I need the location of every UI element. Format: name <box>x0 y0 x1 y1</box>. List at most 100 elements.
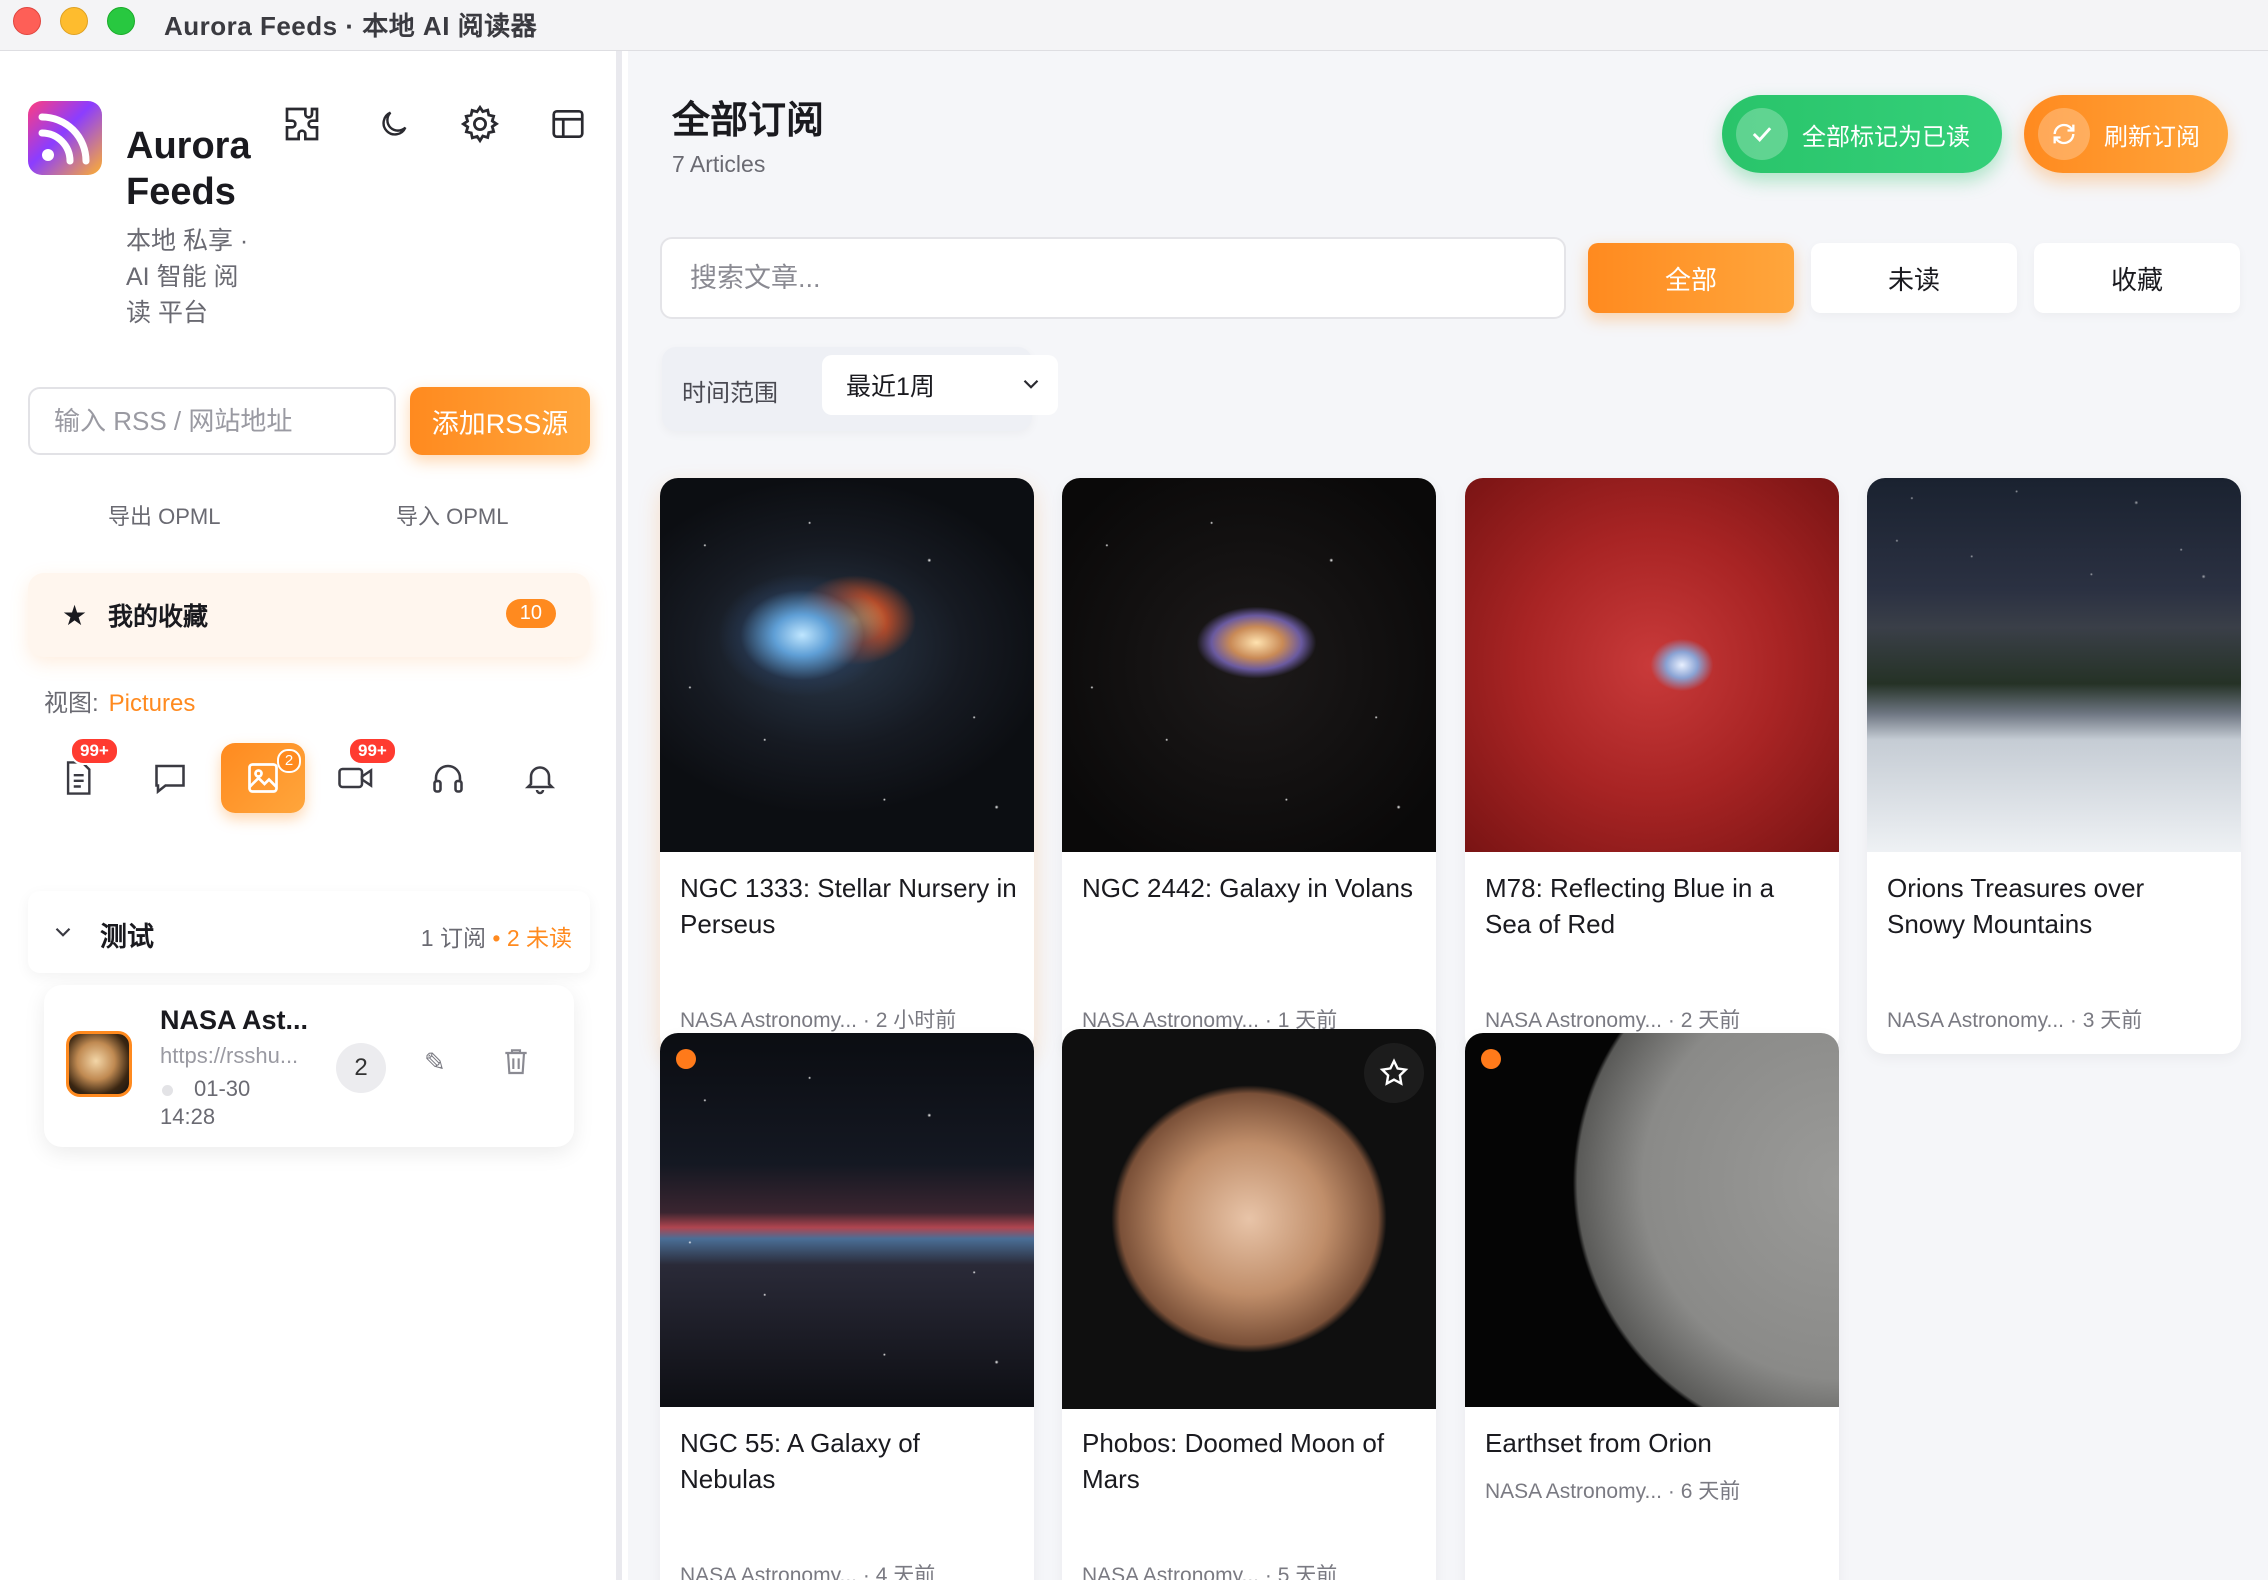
article-count: 7 Articles <box>672 151 766 177</box>
group-header[interactable]: 测试 1 订阅 • 2 未读 <box>28 891 590 973</box>
time-range-filter: 时间范围 最近1周 <box>662 347 1058 431</box>
category-notifications-button[interactable] <box>498 743 582 813</box>
feed-date: 01-30 14:28 <box>160 1076 251 1129</box>
article-title: Phobos: Doomed Moon of Mars <box>1082 1428 1385 1494</box>
layout-toggle-button[interactable] <box>540 96 596 152</box>
feed-title: NASA Ast... <box>160 1005 309 1035</box>
article-thumbnail <box>1867 478 2241 852</box>
article-card[interactable]: Phobos: Doomed Moon of Mars NASA Astrono… <box>1062 1029 1436 1580</box>
page-title: 全部订阅 <box>672 100 825 142</box>
category-badge: 99+ <box>70 737 119 765</box>
category-videos-button[interactable]: 99+ <box>314 737 398 813</box>
gear-icon <box>460 104 499 144</box>
article-meta: NASA Astronomy... · 2 小时前 <box>680 1009 957 1032</box>
category-pictures-button[interactable]: 2 <box>221 743 305 813</box>
minimize-window-button[interactable] <box>60 7 88 35</box>
category-articles-button[interactable]: 99+ <box>36 737 120 813</box>
article-card[interactable]: NGC 1333: Stellar Nursery in Perseus NAS… <box>660 478 1034 1054</box>
headphones-icon <box>433 764 463 793</box>
main-content: 全部订阅 7 Articles 全部标记为已读 刷新订阅 全部 未读 收藏 时间… <box>628 51 2268 1580</box>
bell-icon <box>524 766 556 795</box>
refresh-label: 刷新订阅 <box>2104 123 2200 151</box>
article-time: 2 小时前 <box>875 1009 957 1032</box>
puzzle-icon <box>285 107 319 141</box>
chevron-down-icon <box>55 927 71 937</box>
article-source: NASA Astronomy... <box>1082 1564 1260 1580</box>
article-title: Earthset from Orion <box>1485 1428 1712 1458</box>
time-range-label: 时间范围 <box>682 380 778 407</box>
check-icon <box>1736 108 1788 160</box>
article-source: NASA Astronomy... <box>680 1564 858 1580</box>
import-opml-link[interactable]: 导入 OPML <box>396 499 508 531</box>
brand-tagline: 本地 私享 · AI 智能 阅读 平台 <box>126 227 249 327</box>
article-source: NASA Astronomy... <box>1485 1480 1663 1503</box>
plugin-button[interactable] <box>274 96 330 152</box>
unread-dot <box>676 1049 696 1069</box>
window-title: Aurora Feeds · 本地 AI 阅读器 <box>164 11 538 41</box>
time-range-value: 最近1周 <box>846 373 935 401</box>
close-window-button[interactable] <box>13 7 41 35</box>
refresh-icon <box>2038 108 2090 160</box>
feed-unread-count: 2 <box>336 1043 386 1093</box>
mark-all-read-button[interactable]: 全部标记为已读 <box>1722 95 2002 173</box>
article-card[interactable]: M78: Reflecting Blue in a Sea of Red NAS… <box>1465 478 1839 1054</box>
article-title: NGC 2442: Galaxy in Volans <box>1082 873 1413 903</box>
add-rss-button[interactable]: 添加RSS源 <box>410 387 590 455</box>
unread-dot <box>1481 1049 1501 1069</box>
article-source: NASA Astronomy... <box>680 1009 858 1032</box>
group-name: 测试 <box>100 922 154 952</box>
trash-icon[interactable] <box>500 1045 532 1082</box>
view-value: Pictures <box>108 690 196 717</box>
layout-icon <box>552 109 584 139</box>
star-filled-icon: ★ <box>62 600 88 631</box>
view-label: 视图: <box>44 690 99 717</box>
article-thumbnail <box>660 478 1034 852</box>
view-indicator: 视图: Pictures <box>44 683 195 718</box>
star-outline-icon[interactable] <box>1364 1043 1424 1103</box>
group-meta: 1 订阅 • 2 未读 <box>421 919 572 953</box>
article-card[interactable]: Orions Treasures over Snowy Mountains NA… <box>1867 478 2241 1054</box>
category-badge: 2 <box>277 749 301 773</box>
category-social-button[interactable] <box>128 743 212 813</box>
article-meta: NASA Astronomy... · 5 天前 <box>1082 1559 1337 1580</box>
article-meta: NASA Astronomy... · 6 天前 <box>1485 1480 1741 1503</box>
video-icon <box>338 767 373 789</box>
article-card[interactable]: NGC 2442: Galaxy in Volans NASA Astronom… <box>1062 478 1436 1054</box>
article-time: 2 天前 <box>1680 1009 1741 1032</box>
export-opml-link[interactable]: 导出 OPML <box>108 499 220 531</box>
time-range-select[interactable]: 最近1周 <box>822 355 1058 415</box>
feed-item[interactable]: NASA Ast... https://rsshu... 01-30 14:28… <box>44 985 574 1147</box>
article-title: Orions Treasures over Snowy Mountains <box>1887 873 2145 939</box>
image-icon <box>248 763 278 793</box>
filter-unread-button[interactable]: 未读 <box>1811 243 2017 313</box>
article-title: NGC 55: A Galaxy of Nebulas <box>680 1428 920 1494</box>
app-logo <box>28 101 102 175</box>
brand-name: Aurora Feeds <box>126 125 251 213</box>
chat-bubble-icon <box>155 764 185 795</box>
dark-mode-button[interactable] <box>366 96 422 152</box>
rss-url-input[interactable] <box>28 387 396 455</box>
moon-icon <box>382 111 407 136</box>
search-input[interactable] <box>660 237 1566 319</box>
pencil-icon[interactable]: ✎ <box>424 1047 446 1078</box>
article-source: NASA Astronomy... <box>1887 1009 2065 1032</box>
article-time: 4 天前 <box>875 1564 936 1580</box>
sidebar: Aurora Feeds 本地 私享 · AI 智能 阅读 平台 添加RSS源 … <box>0 51 622 1580</box>
filter-all-button[interactable]: 全部 <box>1588 243 1794 313</box>
article-card[interactable]: Earthset from Orion NASA Astronomy... · … <box>1465 1033 1839 1580</box>
favorites-item[interactable]: ★ 我的收藏 10 <box>28 573 590 657</box>
filter-starred-button[interactable]: 收藏 <box>2034 243 2240 313</box>
title-bar: Aurora Feeds · 本地 AI 阅读器 <box>0 0 2268 51</box>
feed-url: https://rsshu... <box>160 1043 299 1068</box>
settings-button[interactable] <box>452 96 508 152</box>
article-thumbnail <box>1465 1033 1839 1407</box>
zoom-window-button[interactable] <box>107 7 135 35</box>
category-audio-button[interactable] <box>406 743 490 813</box>
article-title: M78: Reflecting Blue in a Sea of Red <box>1485 873 1775 939</box>
article-card[interactable]: NGC 55: A Galaxy of Nebulas NASA Astrono… <box>660 1033 1034 1580</box>
article-meta: NASA Astronomy... · 2 天前 <box>1485 1009 1741 1032</box>
article-time: 3 天前 <box>2082 1009 2143 1032</box>
refresh-button[interactable]: 刷新订阅 <box>2024 95 2228 173</box>
article-meta: NASA Astronomy... · 3 天前 <box>1887 1009 2143 1032</box>
category-badge: 99+ <box>348 737 397 765</box>
